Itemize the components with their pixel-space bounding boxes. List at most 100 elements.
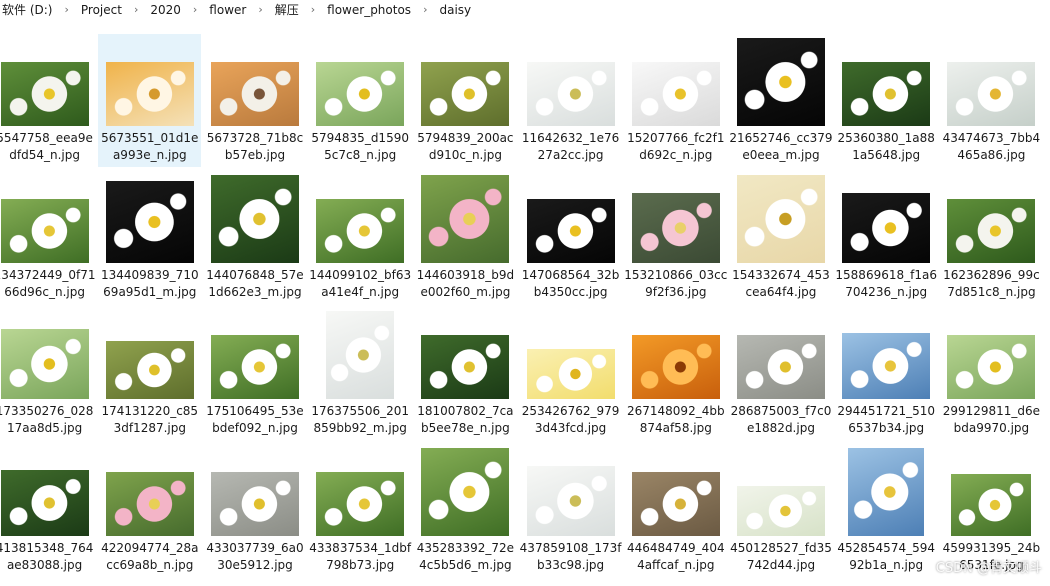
file-name: 173350276_02817aa8d5.jpg [0, 404, 94, 435]
chevron-right-icon[interactable]: › [251, 3, 269, 16]
file-name: 294451721_5106537b34.jpg [837, 404, 935, 435]
image-thumbnail [631, 62, 720, 126]
chevron-right-icon[interactable]: › [57, 3, 75, 16]
file-name: 450128527_fd35742d44.jpg [730, 540, 832, 572]
file-tile[interactable]: 5673728_71b8cb57eb.jpg [203, 34, 306, 167]
file-tile[interactable]: 158869618_f1a6704236_n.jpg [835, 171, 938, 304]
breadcrumb-item[interactable]: flower [204, 3, 251, 17]
file-tile[interactable]: 11642632_1e7627a2cc.jpg [519, 34, 622, 167]
file-name: 154332674_453cea64f4.jpg [732, 267, 830, 299]
file-name: 158869618_f1a6704236_n.jpg [835, 267, 937, 299]
file-tile[interactable]: 433037739_6a030e5912.jpg [203, 444, 306, 577]
breadcrumb-item[interactable]: daisy [434, 3, 476, 17]
file-name: 25360380_1a881a5648.jpg [837, 131, 935, 162]
image-thumbnail [105, 62, 194, 126]
file-tile[interactable]: 446484749_4044affcaf_n.jpg [624, 444, 727, 577]
file-tile[interactable]: 435283392_72e4c5b5d6_m.jpg [414, 444, 517, 577]
breadcrumb-item[interactable]: 2020 [145, 3, 186, 17]
breadcrumb-item[interactable]: 解压 [270, 1, 304, 18]
file-name: 15207766_fc2f1d692c_n.jpg [627, 131, 725, 162]
file-name: 437859108_173fb33c98.jpg [519, 540, 622, 572]
image-thumbnail [316, 198, 405, 263]
image-thumbnail [421, 335, 510, 399]
file-tile[interactable]: 181007802_7cab5ee78e_n.jpg [414, 307, 517, 440]
image-thumbnail [0, 62, 89, 126]
file-name: 144076848_57e1d662e3_m.jpg [206, 267, 304, 299]
file-name: 175106495_53ebdef092_n.jpg [206, 404, 304, 435]
image-thumbnail [736, 38, 825, 126]
file-tile[interactable]: 173350276_02817aa8d5.jpg [0, 307, 96, 440]
file-tile[interactable]: 21652746_cc379e0eea_m.jpg [729, 34, 833, 167]
file-name: 5673728_71b8cb57eb.jpg [206, 131, 304, 162]
file-name: 299129811_d6ebda9970.jpg [942, 404, 1041, 435]
file-name: 5673551_01d1ea993e_n.jpg [101, 131, 199, 162]
image-thumbnail [210, 62, 299, 126]
file-tile[interactable]: 286875003_f7c0e1882d.jpg [729, 307, 832, 440]
breadcrumb-item[interactable]: 软件 (D:) [0, 1, 57, 18]
chevron-right-icon[interactable]: › [127, 3, 145, 16]
file-tile[interactable]: 174131220_c853df1287.jpg [98, 307, 201, 440]
file-name: 422094774_28acc69a8b_n.jpg [101, 540, 199, 572]
file-tile[interactable]: 153210866_03cc9f2f36.jpg [624, 171, 727, 304]
image-thumbnail [951, 473, 1032, 536]
chevron-right-icon[interactable]: › [186, 3, 204, 16]
image-thumbnail [631, 192, 720, 263]
image-thumbnail [326, 311, 395, 399]
chevron-right-icon[interactable]: › [304, 3, 322, 16]
file-tile[interactable]: 5794835_d15905c7c8_n.jpg [309, 34, 412, 167]
image-thumbnail [947, 335, 1036, 399]
file-name: 181007802_7cab5ee78e_n.jpg [417, 404, 514, 435]
image-thumbnail [848, 447, 925, 536]
image-thumbnail [210, 174, 299, 263]
breadcrumb-item[interactable]: flower_photos [322, 3, 416, 17]
image-thumbnail [210, 471, 299, 536]
file-name: 433037739_6a030e5912.jpg [206, 540, 304, 572]
file-tile[interactable]: 144603918_b9de002f60_m.jpg [414, 171, 517, 304]
file-tile[interactable]: 144076848_57e1d662e3_m.jpg [203, 171, 306, 304]
file-tile[interactable]: 144099102_bf63a41e4f_n.jpg [309, 171, 412, 304]
image-thumbnail [526, 62, 615, 126]
file-tile[interactable]: 294451721_5106537b34.jpg [835, 307, 938, 440]
file-tile[interactable]: 134372449_0f7166d96c_n.jpg [0, 171, 96, 304]
file-name: 253426762_9793d43fcd.jpg [521, 404, 620, 435]
image-thumbnail [421, 447, 510, 536]
file-tile[interactable]: 5673551_01d1ea993e_n.jpg [98, 34, 202, 167]
file-tile[interactable]: 413815348_764ae83088.jpg [0, 444, 96, 577]
image-thumbnail [105, 180, 194, 263]
file-tile[interactable]: 422094774_28acc69a8b_n.jpg [98, 444, 201, 577]
file-name: 5794839_200acd910c_n.jpg [417, 131, 514, 162]
file-tile[interactable]: 134409839_71069a95d1_m.jpg [98, 171, 201, 304]
file-tile[interactable]: 433837534_1dbf798b73.jpg [309, 444, 412, 577]
file-tile[interactable]: 450128527_fd35742d44.jpg [729, 444, 832, 577]
file-tile[interactable]: 175106495_53ebdef092_n.jpg [203, 307, 306, 440]
file-tile[interactable]: 43474673_7bb4465a86.jpg [940, 34, 1043, 167]
file-tile[interactable]: 253426762_9793d43fcd.jpg [519, 307, 622, 440]
file-tile[interactable]: 154332674_453cea64f4.jpg [729, 171, 832, 304]
chevron-right-icon[interactable]: › [416, 3, 434, 16]
image-thumbnail [526, 198, 615, 263]
image-thumbnail [947, 62, 1036, 126]
file-tile[interactable]: 299129811_d6ebda9970.jpg [940, 307, 1043, 440]
file-name: 43474673_7bb4465a86.jpg [942, 131, 1041, 162]
image-thumbnail [526, 465, 615, 536]
file-name: 286875003_f7c0e1882d.jpg [730, 404, 832, 435]
image-thumbnail [0, 329, 89, 399]
file-tile[interactable]: 25360380_1a881a5648.jpg [835, 34, 938, 167]
file-tile[interactable]: 5547758_eea9edfd54_n.jpg [0, 34, 96, 167]
file-tile[interactable]: 15207766_fc2f1d692c_n.jpg [624, 34, 727, 167]
file-tile[interactable]: 176375506_201859bb92_m.jpg [309, 307, 412, 440]
breadcrumb-item[interactable]: Project [76, 3, 127, 17]
file-name: 433837534_1dbf798b73.jpg [309, 540, 412, 572]
file-tile[interactable]: 452854574_59492b1a_n.jpg [835, 444, 938, 577]
file-tile[interactable]: 147068564_32bb4350cc.jpg [519, 171, 622, 304]
file-tile[interactable]: 162362896_99c7d851c8_n.jpg [940, 171, 1043, 304]
image-thumbnail [526, 349, 615, 399]
file-name: 452854574_59492b1a_n.jpg [837, 540, 935, 572]
file-tile[interactable]: 437859108_173fb33c98.jpg [519, 444, 622, 577]
image-thumbnail [736, 174, 825, 263]
file-name: 435283392_72e4c5b5d6_m.jpg [416, 540, 515, 572]
watermark: CSDN @青文顺斗 [935, 561, 1042, 576]
file-tile[interactable]: 5794839_200acd910c_n.jpg [414, 34, 517, 167]
file-name: 446484749_4044affcaf_n.jpg [626, 540, 725, 572]
file-tile[interactable]: 267148092_4bb874af58.jpg [624, 307, 727, 440]
